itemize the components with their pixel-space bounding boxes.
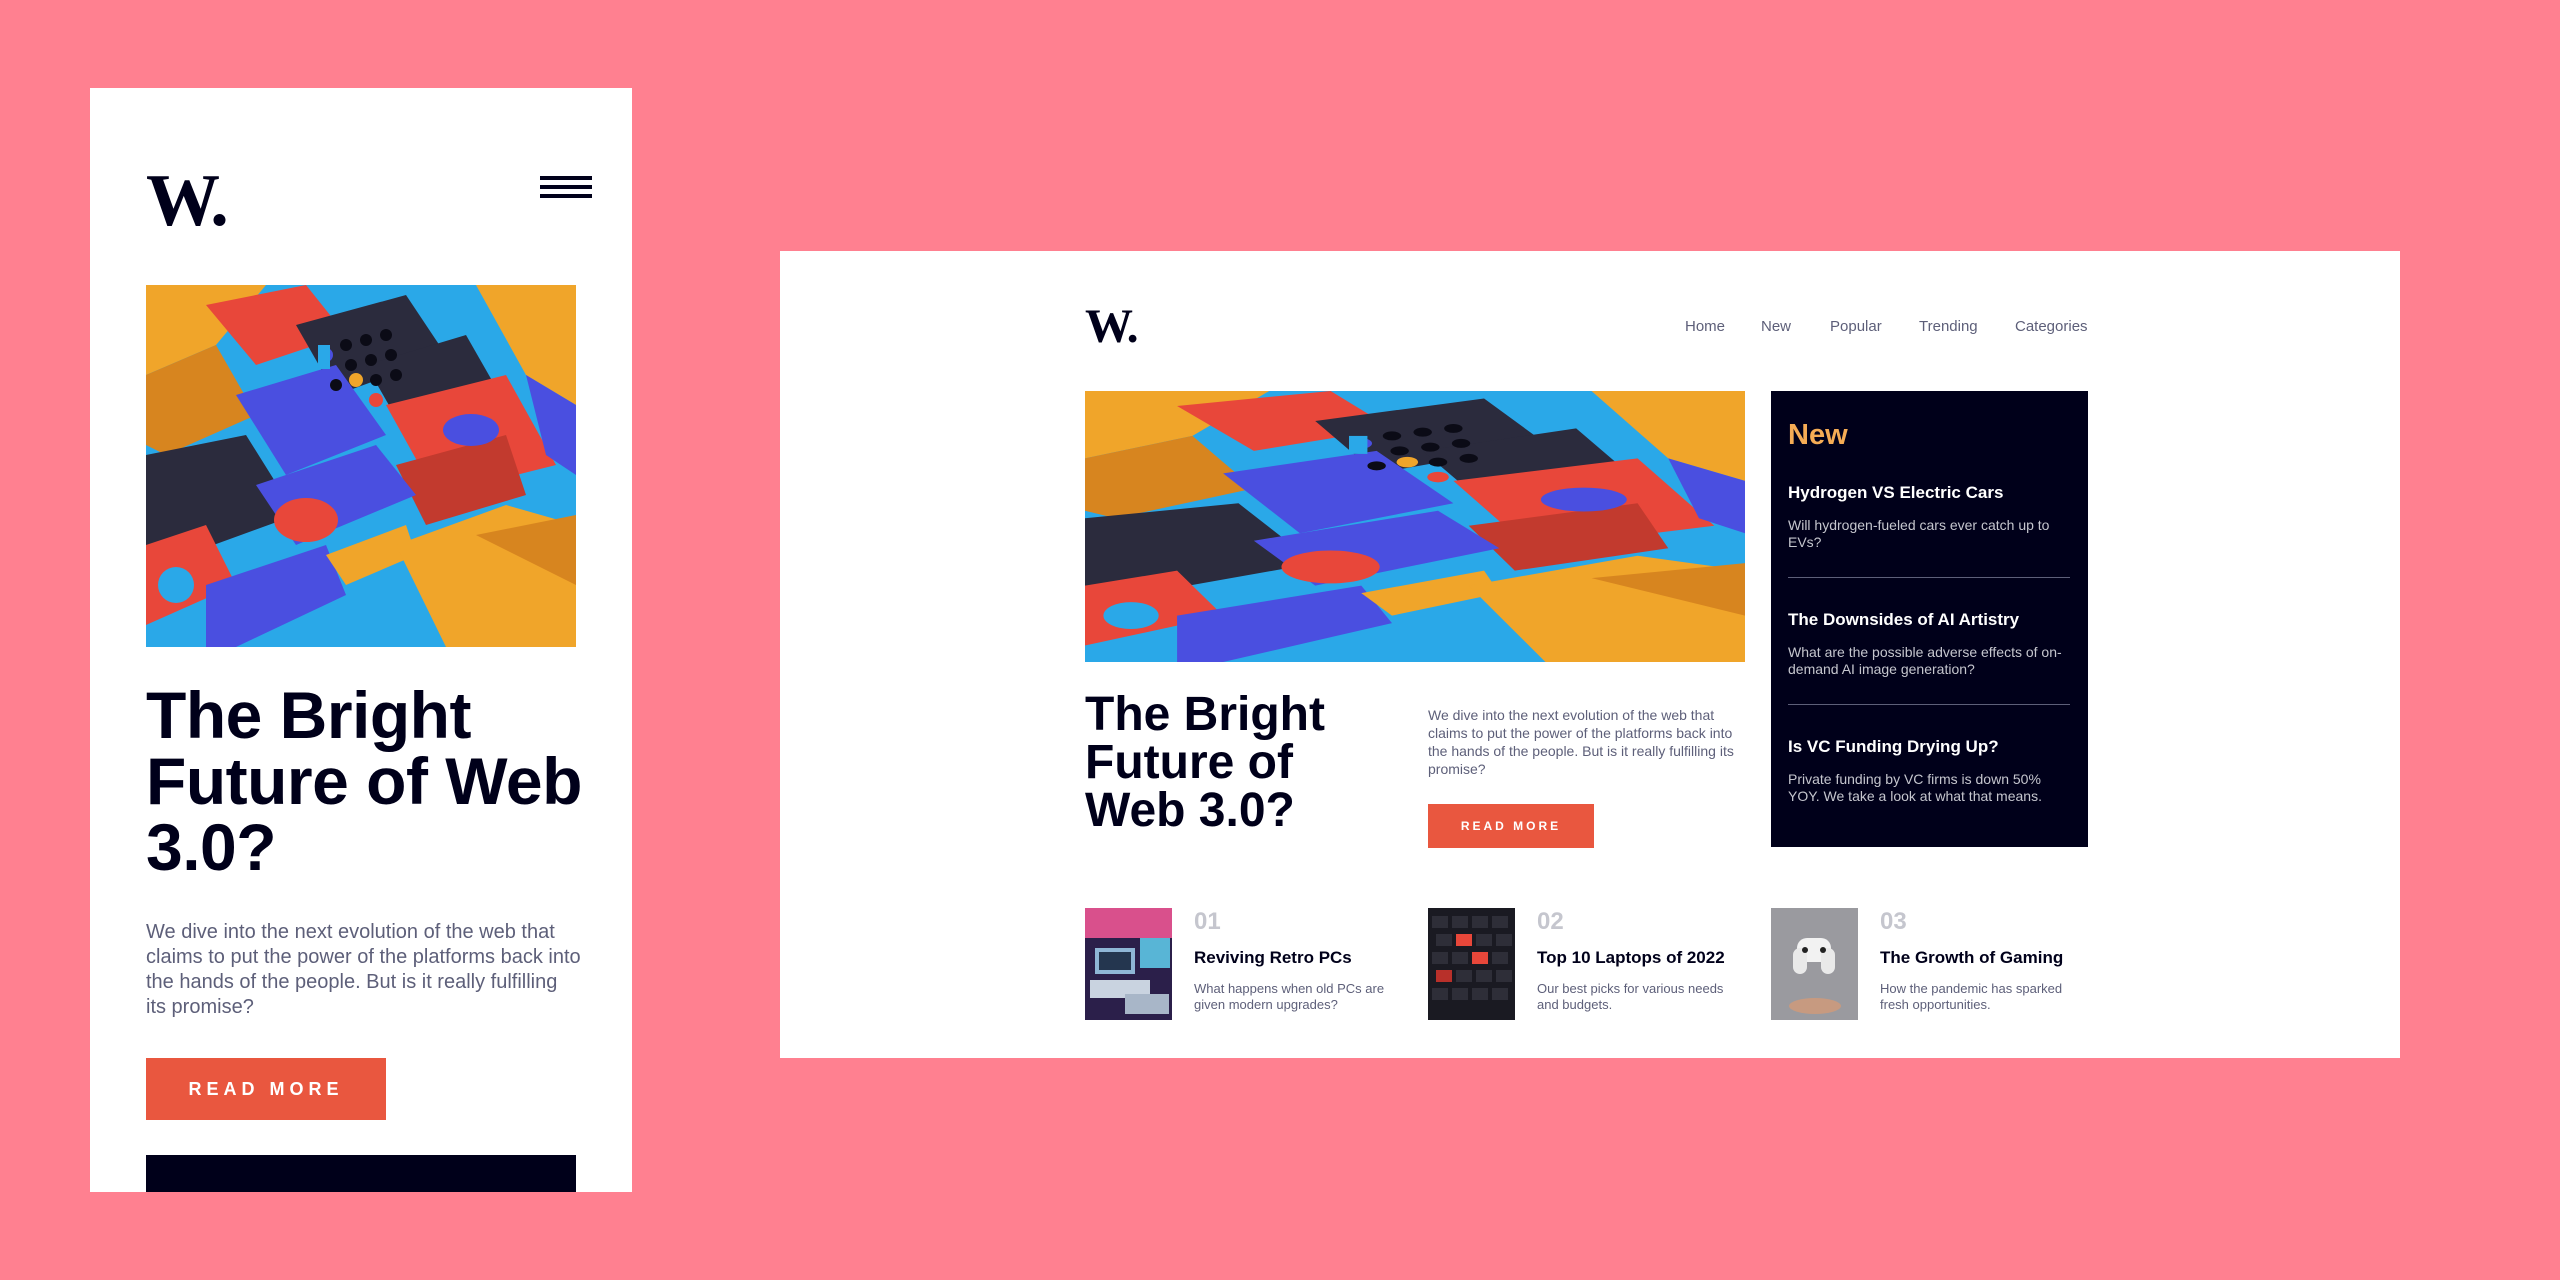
card-desc: How the pandemic has sparked fresh oppor… [1880, 981, 2063, 1012]
nav-trending[interactable]: Trending [1919, 318, 1978, 335]
card-title[interactable]: Reviving Retro PCs [1194, 948, 1352, 968]
article-card[interactable]: 03 The Growth of Gaming How the pandemic… [1771, 908, 2091, 1020]
desktop-preview: W. Home New Popular Trending Categories … [780, 251, 2400, 1058]
card-desc: What happens when old PCs are given mode… [1194, 981, 1385, 1012]
article-card[interactable]: 01 Reviving Retro PCs What happens when … [1085, 908, 1405, 1020]
brand-logo[interactable]: W. [1085, 303, 1139, 351]
retro-pc-thumbnail[interactable] [1085, 908, 1172, 1020]
new-section-preview [146, 1155, 576, 1192]
hero-title: The Bright Future of Web 3.0? [1085, 688, 1325, 837]
new-section-title: New [1788, 419, 1848, 451]
read-more-button[interactable]: READ MORE [1428, 804, 1594, 848]
laptop-thumbnail[interactable] [1428, 908, 1515, 1020]
new-item-desc: Private funding by VC firms is down 50% … [1788, 771, 2042, 804]
article-card[interactable]: 02 Top 10 Laptops of 2022 Our best picks… [1428, 908, 1748, 1020]
divider [1788, 704, 2070, 705]
new-item-desc: Will hydrogen-fueled cars ever catch up … [1788, 517, 2050, 550]
new-item[interactable]: Hydrogen VS Electric Cars Will hydrogen-… [1788, 483, 2070, 551]
card-number: 03 [1880, 908, 1907, 935]
card-desc: Our best picks for various needs and bud… [1537, 981, 1724, 1012]
gaming-thumbnail[interactable] [1771, 908, 1858, 1020]
hero-title: The Bright Future of Web 3.0? [146, 678, 582, 884]
card-title[interactable]: The Growth of Gaming [1880, 948, 2063, 968]
new-item-title[interactable]: Hydrogen VS Electric Cars [1788, 483, 2070, 503]
brand-logo[interactable]: W. [146, 164, 229, 238]
new-item-title[interactable]: Is VC Funding Drying Up? [1788, 737, 2070, 757]
nav-home[interactable]: Home [1685, 318, 1725, 335]
hero-image [146, 285, 576, 647]
divider [1788, 577, 2070, 578]
nav-categories[interactable]: Categories [2015, 318, 2088, 335]
card-number: 02 [1537, 908, 1564, 935]
card-title[interactable]: Top 10 Laptops of 2022 [1537, 948, 1725, 968]
new-item-title[interactable]: The Downsides of AI Artistry [1788, 610, 2070, 630]
new-item[interactable]: The Downsides of AI Artistry What are th… [1788, 610, 2070, 678]
new-item[interactable]: Is VC Funding Drying Up? Private funding… [1788, 737, 2070, 805]
read-more-button[interactable]: READ MORE [146, 1058, 386, 1120]
new-item-desc: What are the possible adverse effects of… [1788, 644, 2062, 677]
hamburger-icon[interactable] [540, 176, 592, 200]
new-section: New Hydrogen VS Electric Cars Will hydro… [1771, 391, 2088, 847]
hero-description: We dive into the next evolution of the w… [146, 921, 581, 1018]
nav-new[interactable]: New [1761, 318, 1791, 335]
card-number: 01 [1194, 908, 1221, 935]
hero-image [1085, 391, 1745, 662]
nav-popular[interactable]: Popular [1830, 318, 1882, 335]
mobile-preview: W. The Bright Future of Web 3.0? We dive… [90, 88, 632, 1192]
hero-description: We dive into the next evolution of the w… [1428, 707, 1734, 777]
